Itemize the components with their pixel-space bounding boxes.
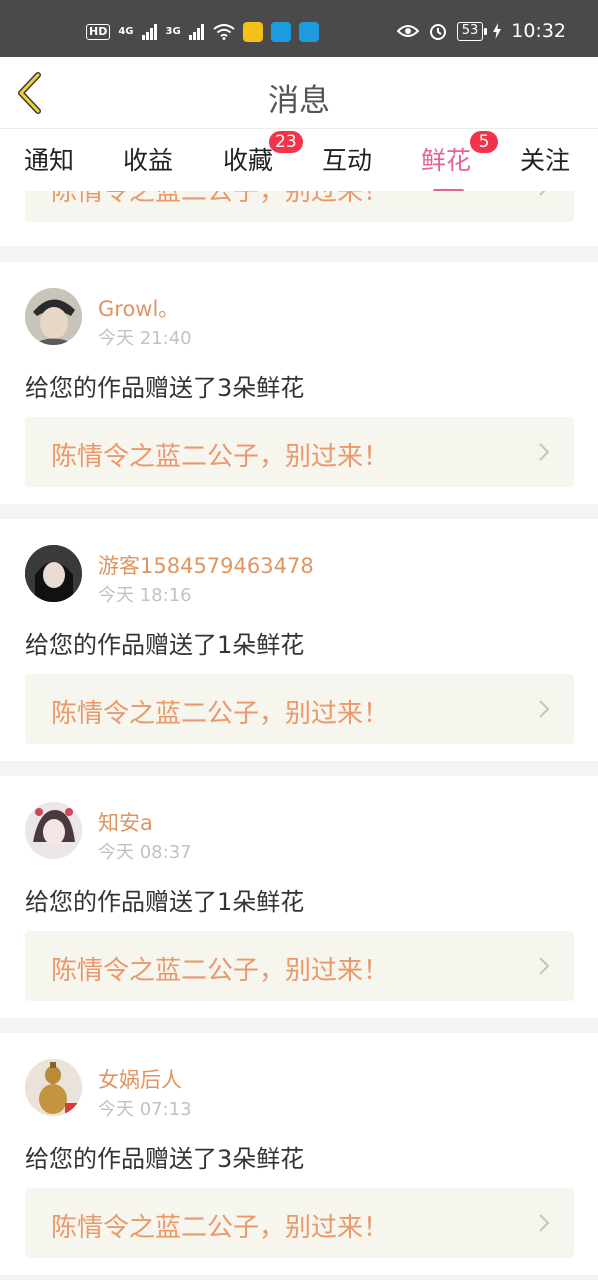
avatar-image: [25, 1059, 82, 1116]
chevron-right-icon: [539, 443, 550, 461]
work-title: 陈情令之蓝二公子，别过来！: [51, 699, 390, 729]
avatar[interactable]: [25, 288, 82, 345]
message-text: 给您的作品赠送了1朵鲜花: [25, 631, 305, 659]
flowers-count-badge: 5: [470, 131, 498, 153]
timestamp: 今天 21:40: [98, 328, 192, 349]
avatar[interactable]: [25, 545, 82, 602]
tab-label: 收益: [123, 146, 174, 175]
signal-icon: [141, 24, 157, 40]
tab-label: 收藏: [223, 146, 274, 175]
timestamp: 今天 08:37: [98, 842, 192, 863]
avatar-image: [25, 545, 82, 602]
work-title: 陈情令之蓝二公子，别过来！: [51, 1213, 390, 1243]
charging-icon: [493, 23, 502, 39]
tab-earnings[interactable]: 收益: [123, 141, 173, 177]
tab-bar: 通知 收益 收藏 23 互动 鲜花 5 关注: [0, 129, 598, 193]
work-link[interactable]: 陈情令之蓝二公子，别过来！: [25, 191, 574, 222]
app-notification-icon: [298, 22, 319, 42]
alarm-icon: [429, 24, 446, 40]
tab-label: 互动: [322, 146, 373, 175]
message-text: 给您的作品赠送了1朵鲜花: [25, 888, 305, 916]
notification-card-partial: 陈情令之蓝二公子，别过来！: [0, 191, 598, 246]
avatar-image: [25, 802, 82, 859]
work-title: 陈情令之蓝二公子，别过来！: [51, 191, 390, 207]
work-title: 陈情令之蓝二公子，别过来！: [51, 956, 390, 986]
notification-feed[interactable]: 陈情令之蓝二公子，别过来！ Growl。 今天 21:40 给您的作品赠送了3朵…: [0, 191, 598, 1280]
tab-interaction[interactable]: 互动: [322, 141, 372, 177]
favorites-count-badge: 23: [269, 131, 303, 153]
notification-card: 游客1584579463478 今天 18:16 给您的作品赠送了1朵鲜花 陈情…: [0, 519, 598, 761]
wifi-icon: [213, 24, 235, 40]
tab-label: 通知: [24, 146, 75, 175]
header: 消息: [0, 57, 598, 129]
page-title: 消息: [268, 83, 330, 119]
status-time: 10:32: [511, 20, 566, 42]
network-type-2: 3G: [165, 26, 181, 37]
tab-favorites[interactable]: 收藏 23: [223, 131, 303, 177]
tab-label: 关注: [520, 146, 571, 175]
avatar[interactable]: [25, 802, 82, 859]
signal-icon: [188, 24, 204, 40]
status-right-group: 53 10:32: [396, 20, 566, 42]
username[interactable]: Growl。: [98, 293, 179, 323]
work-title: 陈情令之蓝二公子，别过来！: [51, 442, 390, 472]
chevron-right-icon: [539, 191, 546, 196]
work-link[interactable]: 陈情令之蓝二公子，别过来！: [25, 674, 574, 744]
network-type-1: 4G: [118, 26, 134, 37]
app-notification-icon: [242, 22, 263, 42]
work-link[interactable]: 陈情令之蓝二公子，别过来！: [25, 417, 574, 487]
notification-card: Growl。 今天 21:40 给您的作品赠送了3朵鲜花 陈情令之蓝二公子，别过…: [0, 262, 598, 504]
tab-notice[interactable]: 通知: [24, 141, 74, 177]
chevron-right-icon: [539, 1214, 550, 1232]
tab-follow[interactable]: 关注: [520, 141, 570, 177]
timestamp: 今天 07:13: [98, 1099, 192, 1120]
battery-icon: 53: [456, 21, 487, 41]
work-link[interactable]: 陈情令之蓝二公子，别过来！: [25, 931, 574, 1001]
work-link[interactable]: 陈情令之蓝二公子，别过来！: [25, 1188, 574, 1258]
status-bar: HD 4G 3G 53 10:32: [0, 0, 598, 57]
notification-card: 知安a 今天 08:37 给您的作品赠送了1朵鲜花 陈情令之蓝二公子，别过来！: [0, 776, 598, 1018]
timestamp: 今天 18:16: [98, 585, 192, 606]
eye-icon: [396, 25, 419, 37]
message-text: 给您的作品赠送了3朵鲜花: [25, 374, 305, 402]
tab-label: 鲜花: [421, 146, 472, 175]
app-notification-icon: [270, 22, 291, 42]
avatar-image: [25, 288, 82, 345]
tab-flowers[interactable]: 鲜花 5: [421, 131, 498, 193]
status-left-group: HD 4G 3G: [86, 22, 319, 42]
notification-card: 女娲后人 今天 07:13 给您的作品赠送了3朵鲜花 陈情令之蓝二公子，别过来！: [0, 1033, 598, 1275]
username[interactable]: 女娲后人: [98, 1064, 182, 1094]
avatar[interactable]: [25, 1059, 82, 1116]
username[interactable]: 游客1584579463478: [98, 550, 314, 580]
chevron-right-icon: [539, 957, 550, 975]
chevron-right-icon: [539, 700, 550, 718]
username[interactable]: 知安a: [98, 807, 153, 837]
message-text: 给您的作品赠送了3朵鲜花: [25, 1145, 305, 1173]
hd-indicator: HD: [86, 24, 111, 40]
